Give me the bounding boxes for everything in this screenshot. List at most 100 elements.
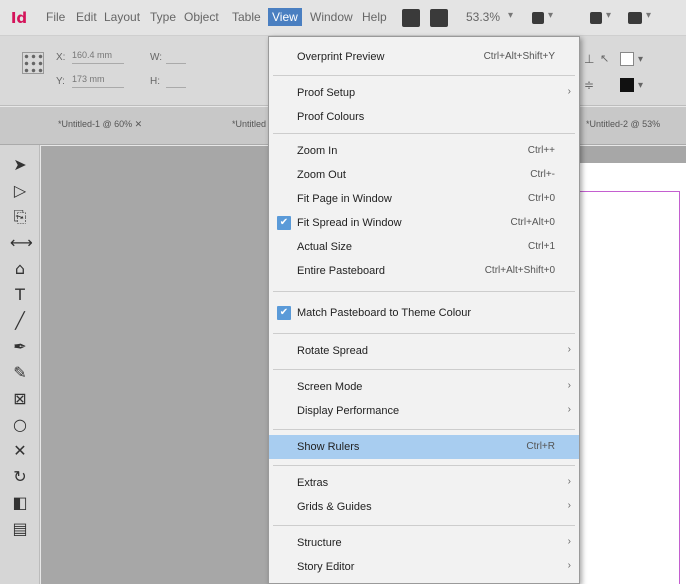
submenu-arrow-icon: › bbox=[567, 476, 571, 487]
menu-separator bbox=[273, 525, 575, 526]
menu-item-match-pasteboard[interactable]: ✔ Match Pasteboard to Theme Colour bbox=[269, 301, 579, 325]
menu-file[interactable]: File bbox=[46, 10, 65, 24]
menu-item-zoom-out[interactable]: Zoom Out Ctrl+- bbox=[269, 163, 579, 187]
arrange-documents-icon[interactable] bbox=[628, 12, 642, 24]
selection-tool-icon[interactable]: ➤ bbox=[10, 155, 30, 175]
menu-item-zoom-in[interactable]: Zoom In Ctrl++ bbox=[269, 139, 579, 163]
reference-point-icon[interactable] bbox=[22, 52, 44, 74]
screen-mode-icon[interactable] bbox=[590, 12, 602, 24]
menu-separator bbox=[273, 333, 575, 334]
menu-item-label: Actual Size bbox=[297, 241, 353, 253]
menu-item-shortcut: Ctrl+Alt+Shift+0 bbox=[484, 265, 555, 276]
gap-tool-icon[interactable]: ⟷ bbox=[10, 233, 33, 253]
stroke-swatch-label-icon: ↖ bbox=[600, 53, 610, 65]
pen-tool-icon[interactable]: ✒ bbox=[10, 337, 30, 357]
note-tool-icon[interactable]: ▤ bbox=[10, 519, 30, 539]
pencil-tool-icon[interactable]: ✎ bbox=[10, 363, 30, 383]
menu-item-entire-pasteboard[interactable]: Entire Pasteboard Ctrl+Alt+Shift+0 bbox=[269, 259, 579, 283]
menu-item-label: Fit Page in Window bbox=[297, 193, 392, 205]
menu-item-label: Overprint Preview bbox=[297, 51, 385, 63]
fill-stroke-controls: ⊥ ≑ ↖ ▾ ▾ bbox=[582, 44, 686, 102]
chevron-down-icon[interactable]: ▾ bbox=[508, 10, 513, 21]
menu-separator bbox=[273, 369, 575, 370]
menu-item-label: Show Rulers bbox=[297, 441, 360, 453]
stroke-weight-icon[interactable]: ⊥ bbox=[584, 52, 594, 66]
menu-separator bbox=[273, 75, 575, 76]
menu-object[interactable]: Object bbox=[184, 10, 219, 24]
menu-item-structure[interactable]: Structure › bbox=[269, 531, 579, 555]
menu-help[interactable]: Help bbox=[362, 10, 387, 24]
checkmark-icon: ✔ bbox=[277, 306, 291, 320]
menu-item-show-rulers[interactable]: Show Rulers Ctrl+R bbox=[269, 435, 579, 459]
direct-selection-tool-icon[interactable]: ▷ bbox=[10, 181, 30, 201]
menu-item-label: Rotate Spread bbox=[297, 345, 368, 357]
chevron-down-icon[interactable]: ▾ bbox=[606, 10, 611, 21]
submenu-arrow-icon: › bbox=[567, 560, 571, 571]
tab-document-1[interactable]: *Untitled-1 @ 60% ✕ bbox=[58, 119, 142, 130]
menu-item-actual-size[interactable]: Actual Size Ctrl+1 bbox=[269, 235, 579, 259]
type-tool-icon[interactable]: T bbox=[10, 285, 30, 305]
fill-swatch[interactable] bbox=[620, 78, 634, 92]
menu-item-story-editor[interactable]: Story Editor › bbox=[269, 555, 579, 579]
menu-item-screen-mode[interactable]: Screen Mode › bbox=[269, 375, 579, 399]
menu-item-label: Proof Setup bbox=[297, 87, 356, 99]
menu-type[interactable]: Type bbox=[150, 10, 176, 24]
menu-edit[interactable]: Edit bbox=[76, 10, 97, 24]
chevron-down-icon[interactable]: ▾ bbox=[646, 10, 651, 21]
h-field[interactable] bbox=[166, 74, 186, 88]
menu-item-proof-setup[interactable]: Proof Setup › bbox=[269, 81, 579, 105]
menu-window[interactable]: Window bbox=[310, 10, 353, 24]
chevron-down-icon[interactable]: ▾ bbox=[548, 10, 553, 21]
menu-item-label: Grids & Guides bbox=[297, 501, 372, 513]
w-label: W: bbox=[150, 52, 163, 63]
menu-item-label: Screen Mode bbox=[297, 381, 363, 393]
menu-item-display-performance[interactable]: Display Performance › bbox=[269, 399, 579, 423]
y-field[interactable]: 173 mm bbox=[72, 74, 124, 88]
app-logo-icon: Id bbox=[8, 8, 30, 28]
content-collector-icon[interactable]: ⌂ bbox=[10, 259, 30, 279]
menu-item-label: Extras bbox=[297, 477, 329, 489]
view-menu-dropdown: Overprint Preview Ctrl+Alt+Shift+Y Proof… bbox=[268, 36, 580, 584]
menu-item-shortcut: Ctrl+- bbox=[530, 169, 555, 180]
menu-item-extras[interactable]: Extras › bbox=[269, 471, 579, 495]
zoom-level[interactable]: 53.3% bbox=[466, 10, 500, 24]
align-icon[interactable]: ≑ bbox=[584, 78, 594, 92]
stock-icon[interactable] bbox=[430, 9, 448, 27]
menu-item-rotate-spread[interactable]: Rotate Spread › bbox=[269, 339, 579, 363]
menu-item-shortcut: Ctrl+Alt+0 bbox=[510, 217, 555, 228]
bridge-icon[interactable] bbox=[402, 9, 420, 27]
ellipse-tool-icon[interactable]: ○ bbox=[10, 415, 30, 435]
menu-item-fit-spread[interactable]: ✔ Fit Spread in Window Ctrl+Alt+0 bbox=[269, 211, 579, 235]
menu-layout[interactable]: Layout bbox=[104, 10, 140, 24]
menu-bar: Id File Edit Layout Type Object Table Vi… bbox=[0, 0, 686, 36]
submenu-arrow-icon: › bbox=[567, 500, 571, 511]
w-field[interactable] bbox=[166, 50, 186, 64]
scissors-tool-icon[interactable]: ✕ bbox=[10, 441, 30, 461]
chevron-down-icon[interactable]: ▾ bbox=[638, 80, 643, 91]
menu-view[interactable]: View bbox=[268, 8, 302, 26]
menu-item-label: Story Editor bbox=[297, 561, 355, 573]
x-field[interactable]: 160.4 mm bbox=[72, 50, 124, 64]
rectangle-frame-tool-icon[interactable]: ⊠ bbox=[10, 389, 30, 409]
stroke-swatch[interactable] bbox=[620, 52, 634, 66]
menu-item-shortcut: Ctrl+0 bbox=[528, 193, 555, 204]
menu-item-label: Zoom In bbox=[297, 145, 338, 157]
menu-table[interactable]: Table bbox=[232, 10, 261, 24]
page-tool-icon[interactable]: ⎘ bbox=[10, 207, 30, 227]
menu-item-overprint-preview[interactable]: Overprint Preview Ctrl+Alt+Shift+Y bbox=[269, 45, 579, 69]
menu-item-proof-colours[interactable]: Proof Colours bbox=[269, 105, 579, 129]
tab-document-3[interactable]: *Untitled-2 @ 53% bbox=[586, 119, 660, 129]
menu-item-label: Proof Colours bbox=[297, 111, 365, 123]
menu-item-label: Structure bbox=[297, 537, 342, 549]
tab-document-2[interactable]: *Untitled bbox=[232, 119, 266, 129]
free-transform-tool-icon[interactable]: ↻ bbox=[10, 467, 30, 487]
gradient-tool-icon[interactable]: ◧ bbox=[10, 493, 30, 513]
menu-item-fit-page[interactable]: Fit Page in Window Ctrl+0 bbox=[269, 187, 579, 211]
view-options-icon[interactable] bbox=[532, 12, 544, 24]
menu-item-shortcut: Ctrl+Alt+Shift+Y bbox=[483, 51, 555, 62]
menu-item-label: Fit Spread in Window bbox=[297, 217, 402, 229]
menu-item-label: Entire Pasteboard bbox=[297, 265, 386, 277]
line-tool-icon[interactable]: ╱ bbox=[10, 311, 30, 331]
chevron-down-icon[interactable]: ▾ bbox=[638, 54, 643, 65]
menu-item-grids-guides[interactable]: Grids & Guides › bbox=[269, 495, 579, 519]
